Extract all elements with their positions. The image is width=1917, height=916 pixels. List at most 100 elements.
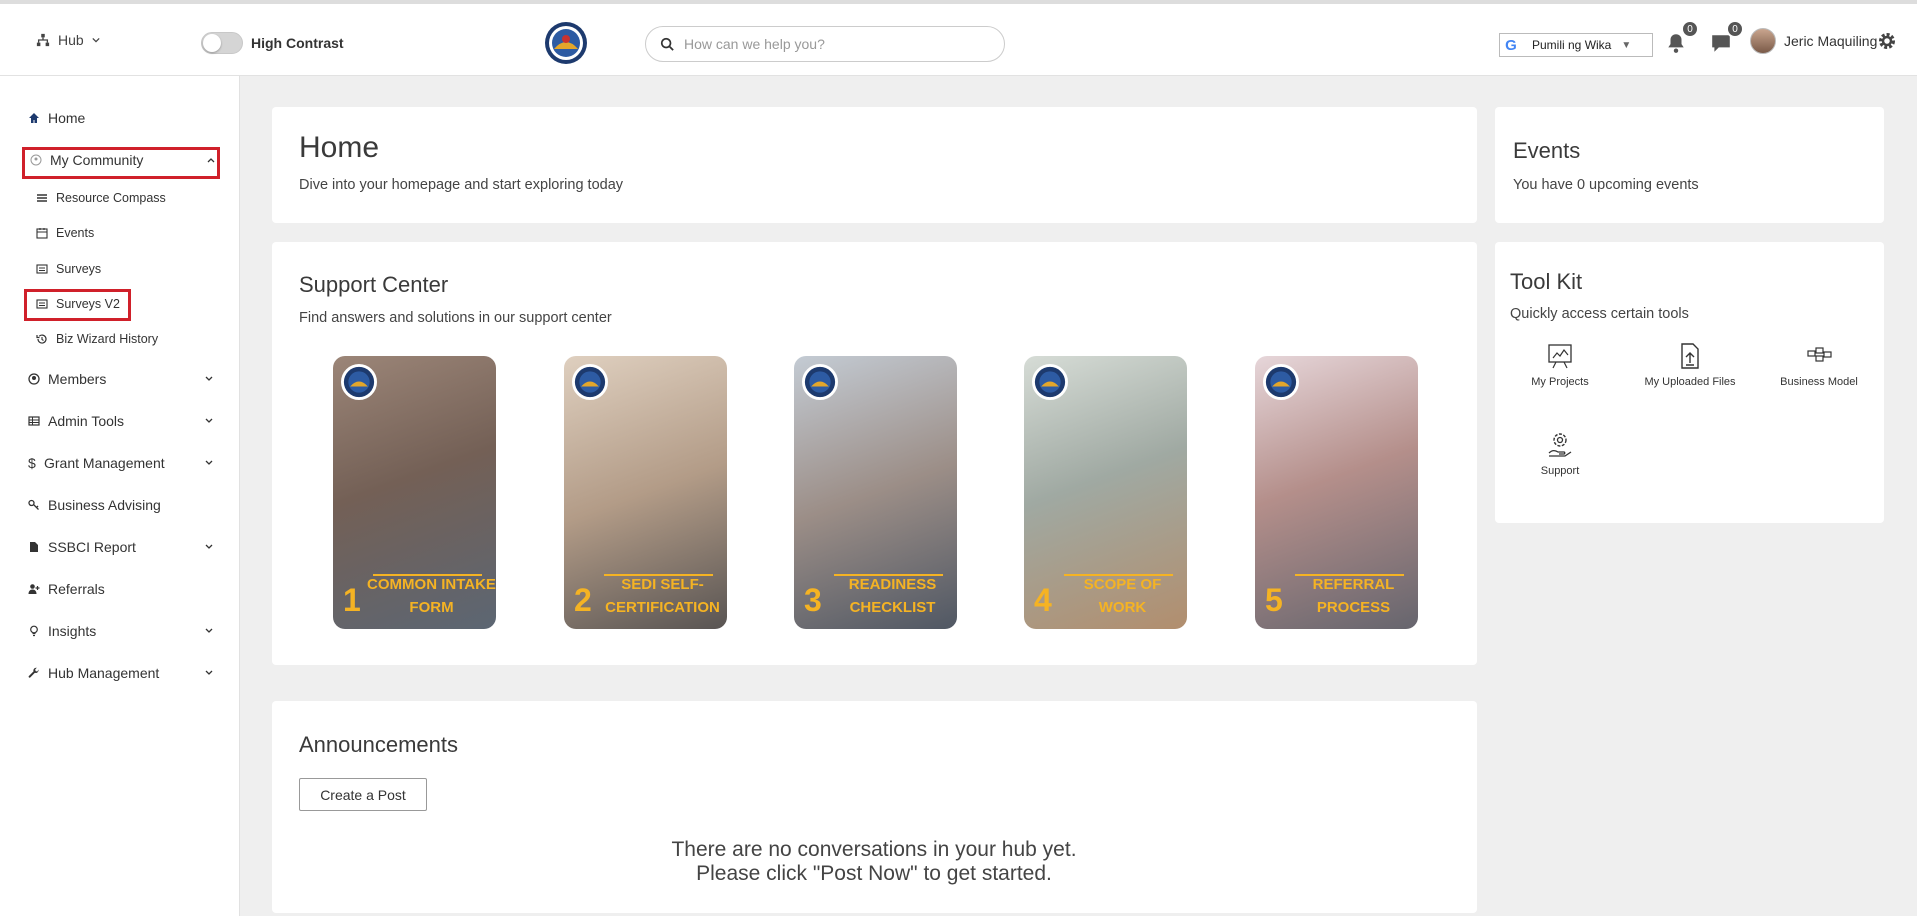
survey-icon: [36, 264, 48, 274]
avatar: [1750, 28, 1776, 54]
user-name: Jeric Maquiling: [1784, 33, 1878, 49]
tool-label: Support: [1540, 465, 1580, 477]
file-icon: [30, 542, 38, 552]
support-tile-sedi-self-certification[interactable]: 2 SEDI SELF-CERTIFICATION: [564, 356, 727, 629]
sidebar-item-label: Hub Management: [48, 665, 160, 681]
tile-caption: COMMON INTAKE FORM: [367, 576, 496, 616]
messages-badge: 0: [1726, 20, 1744, 38]
user-plus-icon: [28, 584, 40, 594]
sidebar-item-label: Members: [48, 371, 107, 387]
support-center-title: Support Center: [299, 272, 449, 297]
sidebar-item-biz-wizard-history[interactable]: Biz Wizard History: [36, 332, 216, 346]
sidebar-item-referrals[interactable]: Referrals: [28, 581, 214, 597]
create-post-button[interactable]: Create a Post: [299, 778, 427, 811]
search-box: [645, 26, 1005, 62]
support-icon: [1548, 433, 1572, 457]
table-icon: [28, 416, 40, 426]
high-contrast-label: High Contrast: [251, 35, 344, 51]
events-card: [1495, 107, 1884, 223]
language-select[interactable]: G Pumili ng Wika ▼: [1499, 33, 1653, 57]
list-icon: [37, 194, 47, 202]
hub-menu[interactable]: Hub: [36, 32, 100, 48]
sidebar-item-events[interactable]: Events: [36, 226, 216, 240]
tile-number: 3: [804, 582, 822, 618]
chevron-down-icon: [205, 544, 213, 549]
projects-icon: [1548, 344, 1572, 369]
home-card: [272, 107, 1477, 223]
sidebar-item-members[interactable]: Members: [28, 371, 214, 387]
wrench-icon: [28, 667, 39, 678]
dropdown-arrow-icon: ▼: [1621, 39, 1632, 51]
tool-label: My Projects: [1531, 376, 1589, 388]
events-title: Events: [1513, 138, 1581, 163]
key-icon: [28, 499, 39, 510]
chevron-down-icon: [205, 670, 213, 675]
tile-caption: REFERRAL PROCESS: [1312, 576, 1395, 616]
tile-caption: SEDI SELF-CERTIFICATION: [605, 576, 720, 616]
top-header: Hub High Contrast G Pumili ng Wika ▼ 0 0…: [0, 0, 1917, 76]
announcements-title: Announcements: [299, 732, 458, 757]
lightbulb-icon: [30, 625, 38, 637]
dollar-icon: $: [28, 455, 36, 471]
search-icon: [660, 37, 674, 51]
hub-label: Hub: [58, 32, 84, 48]
tile-caption: SCOPE OF WORK: [1083, 576, 1162, 616]
chevron-down-icon: [205, 418, 213, 423]
sidebar-item-label: SSBCI Report: [48, 539, 136, 555]
tile-number: 5: [1265, 582, 1283, 618]
sidebar-item-label: Biz Wizard History: [56, 332, 159, 346]
high-contrast-control: High Contrast: [201, 32, 344, 54]
org-seal-logo: [572, 364, 608, 400]
support-tile-common-intake-form[interactable]: 1 COMMON INTAKE FORM: [333, 356, 496, 629]
home-subtitle: Dive into your homepage and start explor…: [299, 177, 624, 193]
user-circle-icon: [28, 373, 40, 385]
tool-my-projects[interactable]: My Projects: [1510, 342, 1610, 388]
tile-number: 4: [1034, 582, 1052, 618]
sidebar-item-insights[interactable]: Insights: [28, 623, 214, 639]
sidebar-item-label: Home: [48, 110, 86, 126]
notifications-badge: 0: [1681, 20, 1699, 38]
sidebar-item-surveys[interactable]: Surveys: [36, 262, 216, 276]
user-menu[interactable]: Jeric Maquiling: [1750, 28, 1877, 54]
sidebar-item-admin-tools[interactable]: Admin Tools: [28, 413, 214, 429]
empty-message-line-2: Please click "Post Now" to get started.: [696, 862, 1052, 885]
sidebar: Home My Community Resource Compass Event…: [0, 76, 240, 916]
sidebar-item-home[interactable]: Home: [28, 110, 214, 126]
tool-business-model[interactable]: Business Model: [1769, 342, 1869, 388]
gear-icon[interactable]: [1877, 31, 1897, 51]
sidebar-item-grant-management[interactable]: $ Grant Management: [28, 455, 214, 471]
messages-button[interactable]: 0: [1710, 20, 1744, 58]
sidebar-item-label: Referrals: [48, 581, 105, 597]
chevron-down-icon: [205, 460, 213, 465]
tool-label: My Uploaded Files: [1644, 376, 1736, 388]
sidebar-item-label: Surveys: [56, 262, 102, 276]
support-tile-referral-process[interactable]: 5 REFERRAL PROCESS: [1255, 356, 1418, 629]
sidebar-item-label: Resource Compass: [56, 191, 166, 205]
chevron-down-icon: [92, 37, 100, 43]
sidebar-item-business-advising[interactable]: Business Advising: [28, 497, 214, 513]
sidebar-item-label: Business Advising: [48, 497, 161, 513]
support-tile-readiness-checklist[interactable]: 3 READINESS CHECKLIST: [794, 356, 957, 629]
org-seal-logo: [802, 364, 838, 400]
file-upload-icon: [1681, 343, 1699, 369]
org-seal-logo: [545, 22, 587, 64]
sidebar-item-hub-management[interactable]: Hub Management: [28, 665, 214, 681]
calendar-icon: [36, 228, 48, 239]
highlight-box-surveys-v2: [24, 289, 131, 321]
empty-message-line-1: There are no conversations in your hub y…: [671, 838, 1077, 861]
sidebar-item-resource-compass[interactable]: Resource Compass: [36, 191, 216, 205]
notifications-button[interactable]: 0: [1665, 20, 1699, 58]
sitemap-icon: [36, 33, 50, 47]
high-contrast-toggle[interactable]: [201, 32, 243, 54]
support-center-subtitle: Find answers and solutions in our suppor…: [299, 310, 612, 326]
search-input[interactable]: [684, 36, 984, 52]
tool-my-uploaded-files[interactable]: My Uploaded Files: [1640, 342, 1740, 388]
chevron-down-icon: [205, 376, 213, 381]
sidebar-item-label: Admin Tools: [48, 413, 125, 429]
tile-number: 2: [574, 582, 592, 618]
chevron-down-icon: [205, 628, 213, 633]
business-model-icon: [1807, 347, 1832, 362]
support-tile-scope-of-work[interactable]: 4 SCOPE OF WORK: [1024, 356, 1187, 629]
sidebar-item-ssbci-report[interactable]: SSBCI Report: [28, 539, 214, 555]
tool-support[interactable]: Support: [1510, 431, 1610, 477]
